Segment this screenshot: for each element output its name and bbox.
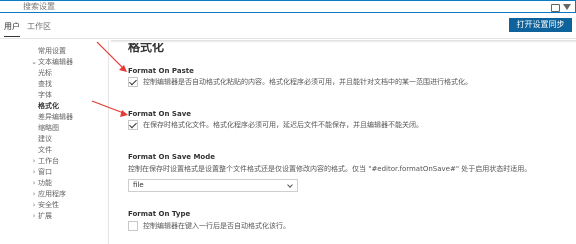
search-input[interactable]: 搜索设置 bbox=[0, 1, 55, 12]
chevron-right-icon[interactable]: › bbox=[30, 200, 38, 211]
format-on-save-mode-description: 控制在保存时设置格式是设置整个文件格式还是仅设置修改内容的格式。仅当 "#edi… bbox=[128, 165, 532, 173]
format-on-paste-checkbox[interactable] bbox=[128, 77, 138, 87]
toc-divider bbox=[108, 40, 109, 244]
toc-item-label: 应用程序 bbox=[38, 190, 66, 198]
toc-item-label: 建议 bbox=[38, 135, 52, 143]
toc-item[interactable]: 光标 bbox=[38, 68, 52, 79]
toc-item-label: 查找 bbox=[38, 80, 52, 88]
toc-item[interactable]: 格式化 bbox=[38, 101, 59, 112]
toc-item-label: 功能 bbox=[38, 179, 52, 187]
format-on-save-title: Format On Save bbox=[128, 110, 192, 118]
format-on-save-row: 在保存时格式化文件。格式化程序必须可用，延迟后文件不能保存，并且编辑器不能关闭。 bbox=[128, 120, 423, 130]
settings-scope-bar: 用户 工作区 打开设置同步 bbox=[0, 17, 576, 39]
format-on-save-description: 在保存时格式化文件。格式化程序必须可用，延迟后文件不能保存，并且编辑器不能关闭。 bbox=[143, 121, 423, 129]
format-on-type-title: Format On Type bbox=[128, 210, 191, 218]
settings-list: 格式化 Format On Paste 控制编辑器是否自动格式化粘贴的内容。格式… bbox=[111, 40, 576, 244]
toc-item[interactable]: 常用设置 bbox=[38, 46, 66, 57]
toc-item-label: 工作台 bbox=[38, 157, 59, 165]
toc-item[interactable]: 缩略图 bbox=[38, 123, 59, 134]
format-on-save-checkbox[interactable] bbox=[128, 120, 138, 130]
format-on-type-row: 控制编辑器在键入一行后是否自动格式化该行。 bbox=[128, 221, 290, 231]
toc-item[interactable]: › 工作台 bbox=[30, 156, 59, 167]
format-on-paste-row: 控制编辑器是否自动格式化粘贴的内容。格式化程序必须可用，并且能针对文档中的某一范… bbox=[128, 77, 472, 87]
chevron-right-icon[interactable]: › bbox=[30, 211, 38, 222]
toc-item-label: 扩展 bbox=[38, 212, 52, 220]
chevron-right-icon[interactable]: › bbox=[30, 156, 38, 167]
filter-icon[interactable] bbox=[563, 3, 571, 10]
format-on-type-checkbox[interactable] bbox=[128, 221, 138, 231]
scroll-shadow bbox=[111, 40, 576, 43]
toc-item[interactable]: 差异编辑器 bbox=[38, 112, 73, 123]
chevron-right-icon[interactable]: › bbox=[30, 167, 38, 178]
format-on-save-mode-select[interactable]: file bbox=[128, 179, 298, 192]
toc-item[interactable]: › 扩展 bbox=[30, 211, 52, 222]
search-actions bbox=[550, 1, 571, 12]
toc-item-label: 缩略图 bbox=[38, 124, 59, 132]
toc-item-label: 字体 bbox=[38, 91, 52, 99]
toc-item-label: 光标 bbox=[38, 69, 52, 77]
toc-item-label: 文件 bbox=[38, 146, 52, 154]
toc-item-label: 文本编辑器 bbox=[38, 58, 73, 66]
toc-item[interactable]: › 安全性 bbox=[30, 200, 59, 211]
chevron-right-icon[interactable]: › bbox=[30, 178, 38, 189]
toc-item[interactable]: 查找 bbox=[38, 79, 52, 90]
toc-item-label: 差异编辑器 bbox=[38, 113, 73, 121]
settings-toc: 常用设置 ⌄文本编辑器 光标 查找 字体 格式化 差异编辑器 缩略图 建议 文件 › 工作台 › 窗口 › 功… bbox=[0, 40, 104, 244]
settings-search-bar[interactable]: 搜索设置 bbox=[0, 0, 576, 13]
toc-item-label: 安全性 bbox=[38, 201, 59, 209]
toc-item[interactable]: 文件 bbox=[38, 145, 52, 156]
toc-item[interactable]: › 功能 bbox=[30, 178, 52, 189]
chevron-right-icon[interactable]: › bbox=[30, 189, 38, 200]
clear-settings-search-icon[interactable] bbox=[550, 3, 560, 12]
toc-item-label: 格式化 bbox=[38, 102, 59, 110]
chevron-down-icon bbox=[287, 182, 293, 188]
toc-item[interactable]: ⌄文本编辑器 bbox=[30, 57, 73, 68]
toc-item[interactable]: › 应用程序 bbox=[30, 189, 66, 200]
toc-item[interactable]: 建议 bbox=[38, 134, 52, 145]
toc-item-label: 窗口 bbox=[38, 168, 52, 176]
format-on-save-mode-value: file bbox=[133, 181, 144, 189]
open-settings-sync-button[interactable]: 打开设置同步 bbox=[509, 18, 572, 32]
tab-workspace[interactable]: 工作区 bbox=[27, 22, 51, 32]
toc-item-label: 常用设置 bbox=[38, 47, 66, 55]
chevron-down-icon[interactable]: ⌄ bbox=[30, 57, 38, 68]
format-on-paste-description: 控制编辑器是否自动格式化粘贴的内容。格式化程序必须可用，并且能针对文档中的某一范… bbox=[143, 78, 472, 86]
tab-user[interactable]: 用户 bbox=[4, 22, 20, 37]
format-on-save-mode-title: Format On Save Mode bbox=[128, 153, 215, 161]
settings-editor: 搜索设置 用户 工作区 打开设置同步 常用设置 ⌄文本编辑器 光标 查找 字体 格式化 差异… bbox=[0, 0, 576, 244]
toc-item[interactable]: 字体 bbox=[38, 90, 52, 101]
format-on-paste-title: Format On Paste bbox=[128, 67, 194, 75]
format-on-type-description: 控制编辑器在键入一行后是否自动格式化该行。 bbox=[143, 222, 290, 230]
toc-item[interactable]: › 窗口 bbox=[30, 167, 52, 178]
